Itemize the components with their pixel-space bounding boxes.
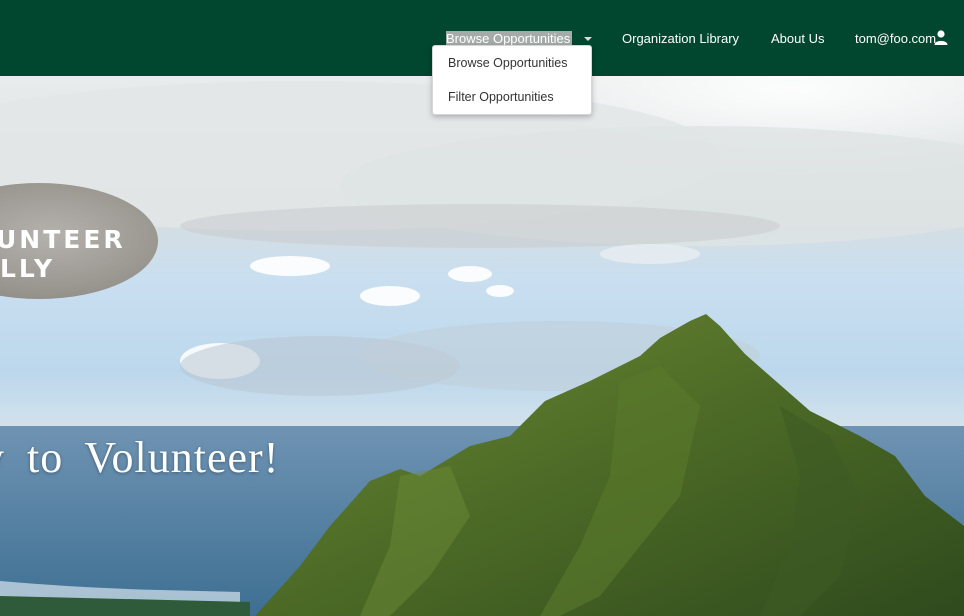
dropdown-item-filter-opportunities[interactable]: Filter Opportunities	[448, 88, 554, 106]
hero-background-image	[0, 76, 964, 616]
nav-about-us[interactable]: About Us	[771, 31, 824, 47]
hero-banner: UNTEER LLY y to Volunteer!	[0, 76, 964, 616]
dropdown-caret-icon[interactable]	[584, 37, 592, 41]
browse-dropdown-menu: Browse Opportunities Filter Opportunitie…	[432, 45, 592, 115]
nav-user-account[interactable]: tom@foo.com	[855, 31, 936, 47]
hero-headline: y to Volunteer!	[0, 433, 280, 482]
logo-text-line1: UNTEER	[0, 225, 126, 254]
user-icon[interactable]	[934, 30, 948, 45]
logo-text-line2: LLY	[0, 254, 56, 283]
nav-organization-library[interactable]: Organization Library	[622, 31, 739, 47]
dropdown-item-browse-opportunities[interactable]: Browse Opportunities	[448, 54, 568, 72]
